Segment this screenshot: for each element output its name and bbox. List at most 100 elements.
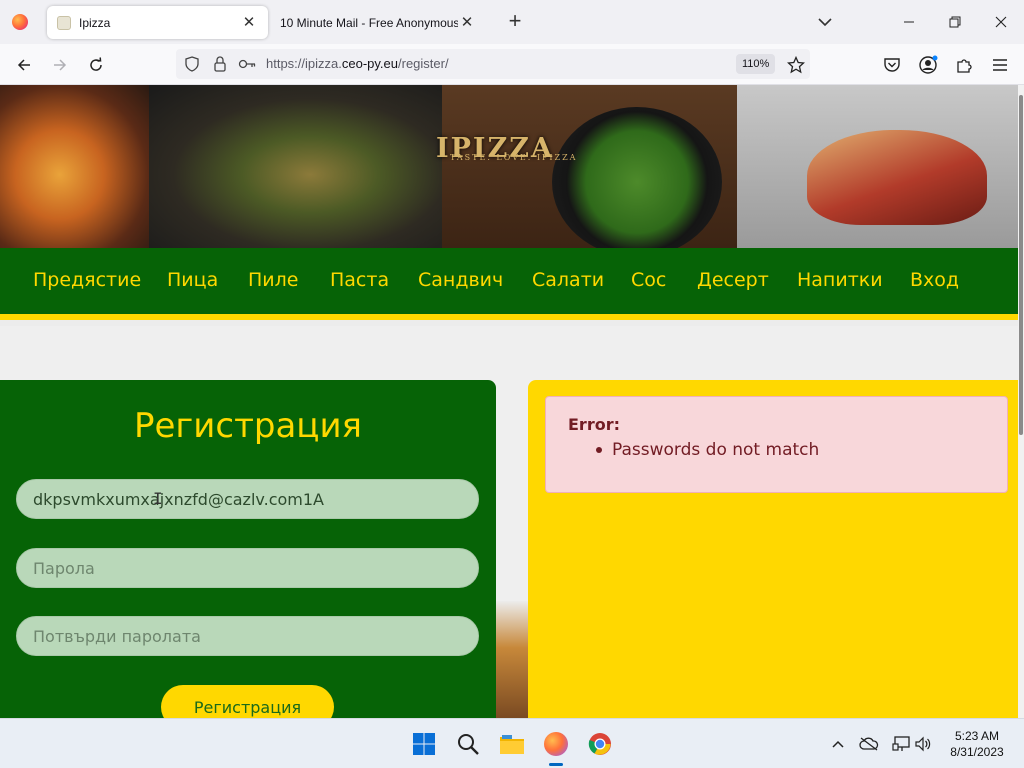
minimize-icon (904, 21, 914, 23)
arrow-left-icon (17, 59, 30, 71)
clock-date: 8/31/2023 (950, 745, 1004, 759)
app-menu-button[interactable] (986, 51, 1014, 79)
url-path: /register/ (398, 56, 449, 71)
key-icon[interactable] (238, 57, 256, 71)
menu-item-login[interactable]: Вход (910, 269, 959, 291)
menu-item-chicken[interactable]: Пиле (248, 269, 298, 291)
account-button[interactable] (914, 51, 942, 79)
address-bar[interactable]: https://ipizza.ceo-py.eu/register/ 110% (176, 49, 810, 79)
pizza-image (0, 85, 149, 248)
restore-button[interactable] (941, 8, 969, 36)
error-message: Passwords do not match (612, 440, 820, 460)
new-tab-button[interactable]: + (503, 10, 527, 34)
back-button[interactable] (10, 51, 38, 79)
shield-icon[interactable] (184, 56, 200, 72)
email-field[interactable]: dkpsvmkxumxajxnzfd@cazlv.com1A (16, 479, 479, 519)
menu-item-salads[interactable]: Салати (532, 269, 604, 291)
hamburger-menu-icon (993, 59, 1007, 71)
tab-strip: Ipizza ✕ 10 Minute Mail - Free Anonymous… (0, 0, 1024, 44)
chevron-down-icon (818, 18, 832, 27)
form-title: Регистрация (134, 406, 362, 446)
firefox-icon (12, 14, 28, 30)
onedrive-button[interactable] (859, 734, 879, 754)
confirm-password-field[interactable]: Потвърди паролата (16, 616, 479, 656)
star-icon (787, 56, 805, 74)
bookmark-star-button[interactable] (782, 51, 810, 79)
text-cursor-icon: I (153, 489, 163, 508)
sandwich-shape (807, 130, 987, 225)
restore-icon (949, 16, 961, 28)
firefox-icon (544, 732, 568, 756)
page-scrollbar[interactable] (1018, 85, 1024, 718)
close-window-button[interactable] (987, 8, 1015, 36)
pocket-icon (884, 58, 900, 72)
minimize-button[interactable] (895, 8, 923, 36)
tab-title: 10 Minute Mail - Free Anonymous T (280, 15, 458, 30)
tab-10-minute-mail[interactable]: 10 Minute Mail - Free Anonymous T ✕ (270, 6, 486, 39)
network-icon (892, 736, 910, 751)
list-all-tabs-button[interactable] (814, 12, 836, 32)
main-content: Регистрация dkpsvmkxumxajxnzfd@cazlv.com… (0, 326, 1018, 718)
lock-icon[interactable] (212, 55, 228, 73)
salad-image (442, 85, 737, 248)
navigation-toolbar: https://ipizza.ceo-py.eu/register/ 110% (0, 44, 1024, 85)
logo-tagline: TASTE. LOVE. IPIZZA (450, 153, 578, 162)
folder-icon (500, 735, 524, 754)
menu-item-appetizers[interactable]: Предястие (33, 269, 141, 291)
registration-form: Регистрация dkpsvmkxumxajxnzfd@cazlv.com… (0, 380, 496, 718)
file-explorer-button[interactable] (496, 728, 528, 760)
salad-bowl (552, 107, 722, 248)
pocket-button[interactable] (878, 51, 906, 79)
chrome-icon (588, 733, 611, 755)
error-alert: Error: Passwords do not match (545, 396, 1008, 493)
tab-title: Ipizza (79, 15, 111, 30)
register-button[interactable]: Регистрация (161, 685, 334, 718)
scrollbar-thumb[interactable] (1019, 95, 1023, 435)
show-hidden-icons-button[interactable] (828, 734, 848, 754)
search-button[interactable] (452, 728, 484, 760)
windows-taskbar: 5:23 AM 8/31/2023 (0, 718, 1024, 768)
network-button[interactable] (891, 734, 911, 754)
start-button[interactable] (408, 728, 440, 760)
message-panel: Error: Passwords do not match (528, 380, 1018, 718)
cloud-offline-icon (859, 737, 879, 751)
main-menu: Предястие Пица Пиле Паста Сандвич Салати… (0, 248, 1018, 320)
password-field[interactable]: Парола (16, 548, 479, 588)
windows-logo-icon (413, 733, 435, 755)
tab-ipizza[interactable]: Ipizza ✕ (47, 6, 268, 39)
menu-item-sandwich[interactable]: Сандвич (418, 269, 503, 291)
ipizza-favicon-icon (57, 15, 71, 30)
reload-icon (90, 57, 102, 71)
system-clock[interactable]: 5:23 AM 8/31/2023 (936, 728, 1018, 760)
menu-item-sauce[interactable]: Сос (631, 269, 666, 291)
zoom-indicator[interactable]: 110% (736, 54, 776, 74)
firefox-view-button[interactable] (6, 8, 34, 36)
url-prefix: https://ipizza. (266, 56, 342, 71)
puzzle-icon (957, 59, 972, 73)
url-text[interactable]: https://ipizza.ceo-py.eu/register/ (266, 56, 449, 71)
firefox-taskbar-button[interactable] (540, 728, 572, 760)
url-host: ceo-py.eu (341, 56, 399, 71)
account-icon (919, 55, 938, 74)
chevron-up-icon (832, 740, 844, 748)
menu-item-drinks[interactable]: Напитки (797, 269, 883, 291)
speaker-icon (915, 736, 931, 752)
close-icon (995, 16, 1007, 28)
clock-time: 5:23 AM (954, 729, 1000, 743)
menu-item-pizza[interactable]: Пица (167, 269, 218, 291)
hero-banner: IPIZZA TASTE. LOVE. IPIZZA (0, 85, 1018, 248)
forward-button[interactable] (46, 51, 74, 79)
bullet-icon (596, 447, 602, 453)
background-food-image (496, 601, 528, 718)
extensions-button[interactable] (950, 51, 978, 79)
volume-button[interactable] (913, 734, 933, 754)
menu-item-dessert[interactable]: Десерт (697, 269, 769, 291)
web-page: IPIZZA TASTE. LOVE. IPIZZA Предястие Пиц… (0, 85, 1018, 718)
close-tab-icon[interactable]: ✕ (240, 14, 258, 32)
reload-button[interactable] (82, 51, 110, 79)
sandwich-image (737, 85, 1018, 248)
arrow-right-icon (54, 59, 67, 71)
chrome-taskbar-button[interactable] (584, 728, 616, 760)
close-tab-icon[interactable]: ✕ (458, 14, 476, 32)
menu-item-pasta[interactable]: Паста (330, 269, 389, 291)
